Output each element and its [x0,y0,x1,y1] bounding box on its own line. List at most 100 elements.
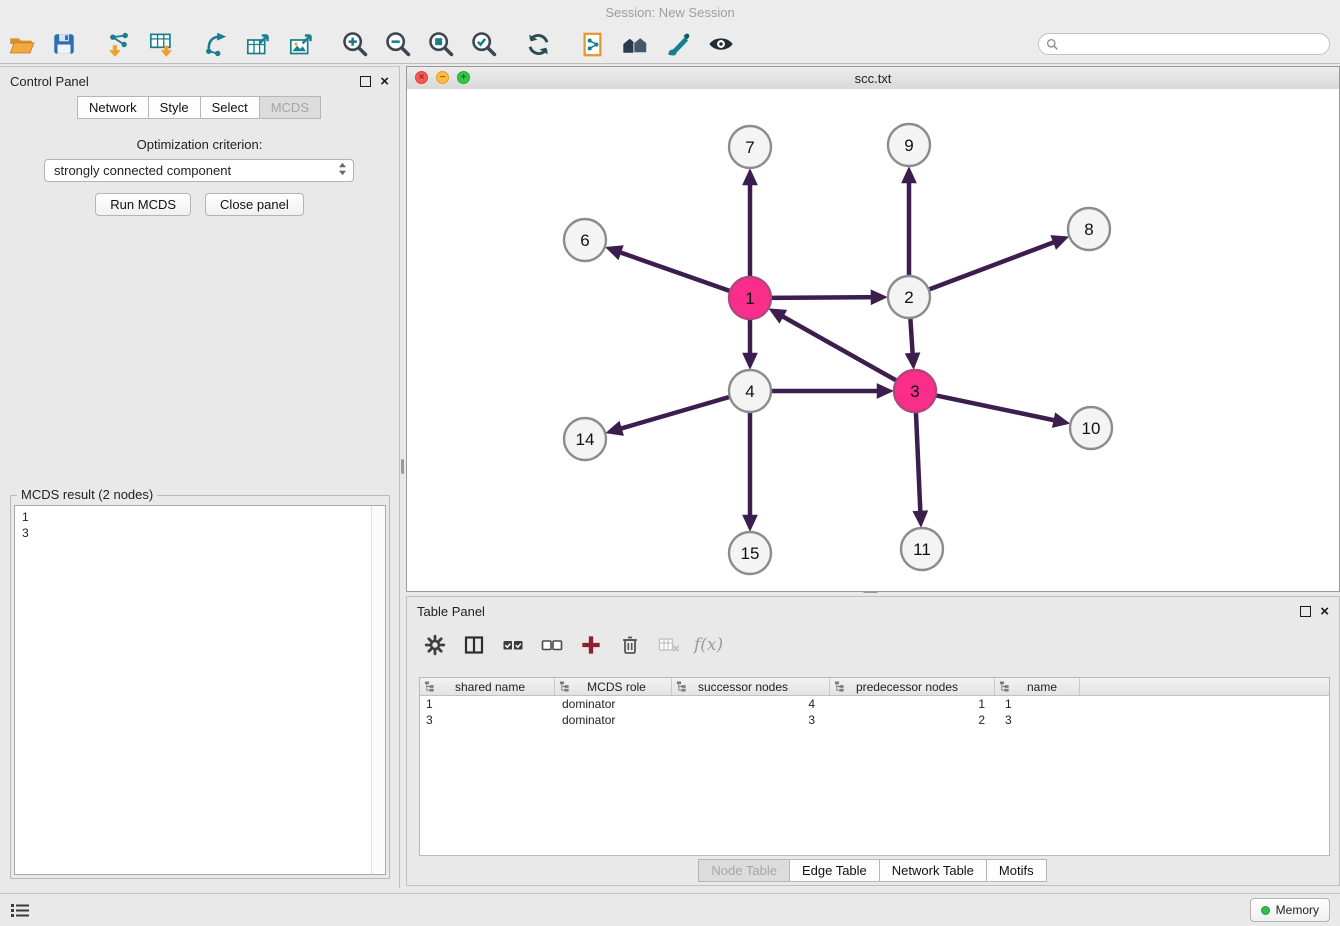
delete-table-icon[interactable] [655,632,682,659]
apply-style-icon[interactable] [663,28,693,60]
node-label: 9 [904,136,913,155]
tab-node-table[interactable]: Node Table [698,859,790,882]
network-node-14[interactable]: 14 [564,418,606,460]
network-window-titlebar[interactable]: × − + scc.txt [407,67,1339,90]
add-column-icon[interactable] [577,632,604,659]
node-label: 8 [1084,220,1093,239]
zoom-window-button[interactable]: + [457,71,470,84]
network-graph-svg[interactable]: 1 2 3 4 6 7 8 9 10 11 14 15 [407,89,1339,591]
network-node-10[interactable]: 10 [1070,407,1112,449]
export-network-icon[interactable] [200,28,230,60]
table-panel-header: Table Panel × [407,597,1339,625]
network-edge-2-3[interactable] [910,319,913,363]
memory-button[interactable]: Memory [1250,898,1330,922]
network-node-4[interactable]: 4 [729,370,771,412]
result-scrollbar-track[interactable] [371,506,385,874]
select-all-columns-icon[interactable] [499,632,526,659]
cell-mcds-role[interactable]: dominator [555,696,672,712]
import-network-icon[interactable] [103,28,133,60]
save-session-icon[interactable] [49,28,79,60]
tab-mcds[interactable]: MCDS [259,96,321,119]
open-session-icon[interactable] [6,28,36,60]
float-panel-icon[interactable] [360,76,371,87]
table-panel-title: Table Panel [417,604,485,619]
split-view-icon[interactable] [460,632,487,659]
refresh-view-icon[interactable] [523,28,553,60]
network-node-1[interactable]: 1 [729,277,771,319]
header-name[interactable]: name [995,678,1080,695]
network-edge-3-10[interactable] [937,396,1064,423]
zoom-in-icon[interactable] [340,28,370,60]
tab-edge-table[interactable]: Edge Table [789,859,880,882]
zoom-fit-icon[interactable] [426,28,456,60]
export-image-icon[interactable] [286,28,316,60]
import-table-icon[interactable] [146,28,176,60]
copy-view-icon[interactable] [577,28,607,60]
network-edge-4-14[interactable] [612,397,729,431]
network-node-6[interactable]: 6 [564,219,606,261]
network-edge-3-11[interactable] [916,413,921,521]
zoom-out-icon[interactable] [383,28,413,60]
cell-name[interactable]: 1 [995,696,1080,712]
search-field[interactable] [1038,33,1330,55]
header-shared-name[interactable]: shared name [420,678,555,695]
tab-network-table[interactable]: Network Table [879,859,987,882]
show-hide-graphics-icon[interactable] [706,28,736,60]
optimization-criterion-dropdown[interactable]: strongly connected component [44,159,354,182]
control-panel: Control Panel × Network Style Select MCD… [0,66,400,888]
network-overview-icon[interactable] [620,28,650,60]
network-node-7[interactable]: 7 [729,126,771,168]
network-edge-1-2[interactable] [772,297,881,298]
cell-shared-name[interactable]: 3 [420,712,555,728]
cell-mcds-role[interactable]: dominator [555,712,672,728]
close-panel-button[interactable]: Close panel [205,193,304,216]
network-edge-3-1[interactable] [774,312,895,380]
cell-name[interactable]: 3 [995,712,1080,728]
search-input[interactable] [1064,36,1322,52]
network-edge-1-6[interactable] [611,249,729,290]
table-row[interactable]: 3 dominator 3 2 3 [420,712,1329,728]
header-successor-nodes[interactable]: successor nodes [672,678,830,695]
tab-motifs[interactable]: Motifs [986,859,1047,882]
tab-network[interactable]: Network [77,96,149,119]
tab-style[interactable]: Style [148,96,201,119]
run-mcds-button[interactable]: Run MCDS [95,193,191,216]
delete-column-icon[interactable] [616,632,643,659]
table-settings-icon[interactable] [421,632,448,659]
header-mcds-role[interactable]: MCDS role [555,678,672,695]
zoom-selected-icon[interactable] [469,28,499,60]
node-label: 10 [1082,419,1101,438]
network-node-3[interactable]: 3 [894,370,936,412]
network-node-8[interactable]: 8 [1068,208,1110,250]
header-predecessor-nodes[interactable]: predecessor nodes [830,678,995,695]
network-node-9[interactable]: 9 [888,124,930,166]
vertical-splitter-handle[interactable] [401,459,404,474]
node-label: 1 [745,289,754,308]
network-node-2[interactable]: 2 [888,276,930,318]
network-canvas[interactable]: 1 2 3 4 6 7 8 9 10 11 14 15 [407,89,1339,591]
network-node-15[interactable]: 15 [729,532,771,574]
deselect-all-columns-icon[interactable] [538,632,565,659]
column-type-icon [834,681,845,695]
cell-shared-name[interactable]: 1 [420,696,555,712]
network-node-11[interactable]: 11 [901,528,943,570]
export-table-icon[interactable] [243,28,273,60]
cell-predecessor-nodes[interactable]: 1 [830,696,995,712]
node-label: 15 [741,544,760,563]
main-toolbar [0,25,1340,64]
table-row[interactable]: 1 dominator 4 1 1 [420,696,1329,712]
close-table-panel-icon[interactable]: × [1320,604,1329,619]
tab-select[interactable]: Select [200,96,260,119]
network-edge-2-8[interactable] [930,239,1063,289]
minimize-window-button[interactable]: − [436,71,449,84]
command-panel-icon[interactable] [10,902,30,918]
cell-successor-nodes[interactable]: 4 [672,696,830,712]
cell-predecessor-nodes[interactable]: 2 [830,712,995,728]
close-window-button[interactable]: × [415,71,428,84]
function-builder-icon[interactable]: f(x) [694,635,723,655]
column-type-icon [559,681,570,695]
close-panel-icon[interactable]: × [380,74,389,89]
float-table-panel-icon[interactable] [1300,606,1311,617]
mcds-result-list[interactable]: 1 3 [14,505,386,875]
cell-successor-nodes[interactable]: 3 [672,712,830,728]
